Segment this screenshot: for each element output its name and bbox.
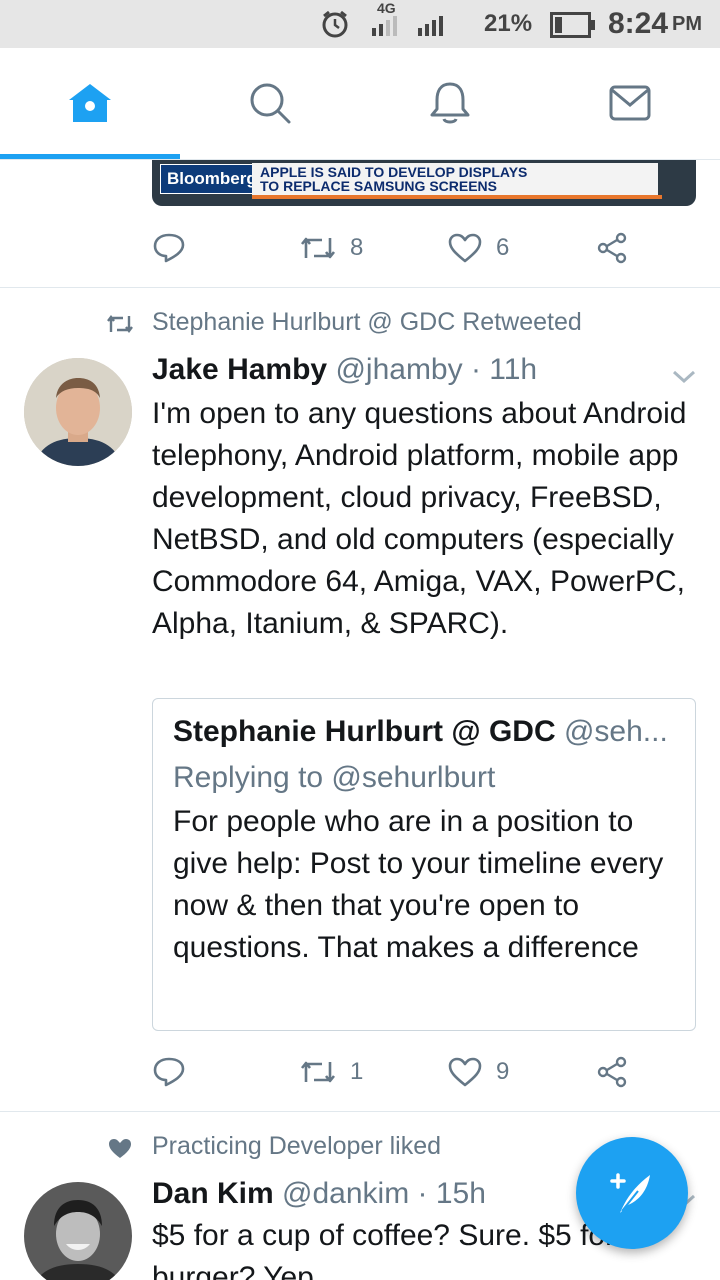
tweet-header: Dan Kim @dankim · 15h [152, 1177, 486, 1211]
media-headline: APPLE IS SAID TO DEVELOP DISPLAYS TO REP… [252, 163, 658, 195]
alarm-icon [322, 10, 348, 38]
profile-photo [24, 1182, 132, 1280]
retweet-icon [300, 1061, 336, 1083]
avatar-dan-kim[interactable] [24, 1182, 132, 1280]
tweet-time: · 11h [470, 353, 538, 386]
like-button[interactable]: 9 [448, 1052, 509, 1092]
compose-tweet-button[interactable] [576, 1137, 688, 1249]
reply-button[interactable] [152, 228, 186, 268]
status-bar: 4G 21% 8:24 PM [0, 0, 720, 48]
like-button[interactable]: 6 [448, 228, 509, 268]
media-headline-line1: APPLE IS SAID TO DEVELOP DISPLAYS [260, 164, 528, 180]
quoted-author-handle: @seh... [563, 715, 668, 748]
heart-icon [448, 233, 482, 263]
chevron-down-icon[interactable] [670, 366, 698, 386]
notifications-icon [430, 82, 470, 124]
tweet-actions: 1 9 [152, 1052, 632, 1092]
media-accent-bar [252, 195, 662, 199]
tab-notifications[interactable] [360, 48, 540, 158]
tab-search[interactable] [180, 48, 360, 158]
timeline-feed[interactable]: Bloomberg APPLE IS SAID TO DEVELOP DISPL… [0, 160, 720, 1280]
battery-icon [550, 12, 595, 38]
tweet-time: · 15h [417, 1177, 486, 1210]
heart-icon [448, 1057, 482, 1087]
tweet-actions: 8 6 [152, 228, 632, 268]
avatar-jake-hamby[interactable] [24, 358, 132, 466]
tab-home[interactable] [0, 48, 180, 158]
author-handle[interactable]: @jhamby [335, 353, 462, 386]
mobile-signal-icon [372, 16, 397, 36]
retweet-icon [300, 237, 336, 259]
like-count: 9 [496, 1058, 510, 1085]
share-icon [597, 1056, 627, 1088]
search-icon [250, 83, 291, 124]
share-button[interactable] [596, 228, 628, 268]
bloomberg-logo: Bloomberg [160, 164, 264, 194]
reply-icon [153, 233, 185, 263]
tab-messages[interactable] [540, 48, 720, 158]
tweet-text: I'm open to any questions about Android … [152, 397, 687, 640]
top-navigation [0, 48, 720, 160]
tweet-divider [0, 287, 720, 288]
clock-ampm: PM [672, 12, 703, 35]
tweet-divider [0, 1111, 720, 1112]
home-icon [69, 84, 111, 122]
reply-button[interactable] [152, 1052, 186, 1092]
retweet-count: 8 [350, 234, 364, 261]
like-context-text: Practicing Developer liked [152, 1132, 442, 1160]
profile-photo [24, 358, 132, 466]
share-button[interactable] [596, 1052, 628, 1092]
clock-time: 8:24 [608, 7, 669, 40]
retweet-count: 1 [350, 1058, 364, 1085]
clock: 8:24 PM [608, 0, 702, 48]
quoted-tweet-header: Stephanie Hurlburt @ GDC @seh... [173, 715, 679, 749]
retweet-context[interactable]: Stephanie Hurlburt @ GDC Retweeted [0, 306, 720, 342]
quoted-author-name: Stephanie Hurlburt @ GDC [173, 715, 556, 748]
author-name[interactable]: Dan Kim [152, 1177, 274, 1210]
quoted-tweet-text: For people who are in a position to give… [173, 805, 664, 964]
retweet-button[interactable]: 1 [300, 1052, 363, 1092]
messages-icon [609, 85, 651, 121]
retweet-context-text: Stephanie Hurlburt @ GDC Retweeted [152, 308, 582, 336]
compose-tweet-icon [610, 1173, 650, 1213]
heart-filled-icon [109, 1139, 131, 1158]
like-count: 6 [496, 234, 510, 261]
tweet-header: Jake Hamby @jhamby · 11h [152, 353, 537, 387]
battery-percent: 21% [484, 10, 533, 37]
retweet-context-icon [107, 315, 133, 333]
quoted-replying-to: Replying to @sehurlburt [173, 761, 496, 794]
signal-strength-icon [418, 16, 443, 36]
author-name[interactable]: Jake Hamby [152, 353, 327, 386]
reply-icon [153, 1057, 185, 1087]
media-headline-line2: TO REPLACE SAMSUNG SCREENS [260, 178, 497, 194]
author-handle[interactable]: @dankim [282, 1177, 409, 1210]
retweet-button[interactable]: 8 [300, 228, 363, 268]
share-icon [597, 232, 627, 264]
quoted-tweet[interactable]: Stephanie Hurlburt @ GDC @seh... Replyin… [152, 698, 696, 1031]
tweet-media-preview[interactable]: Bloomberg APPLE IS SAID TO DEVELOP DISPL… [152, 160, 696, 206]
active-tab-indicator [0, 154, 180, 159]
